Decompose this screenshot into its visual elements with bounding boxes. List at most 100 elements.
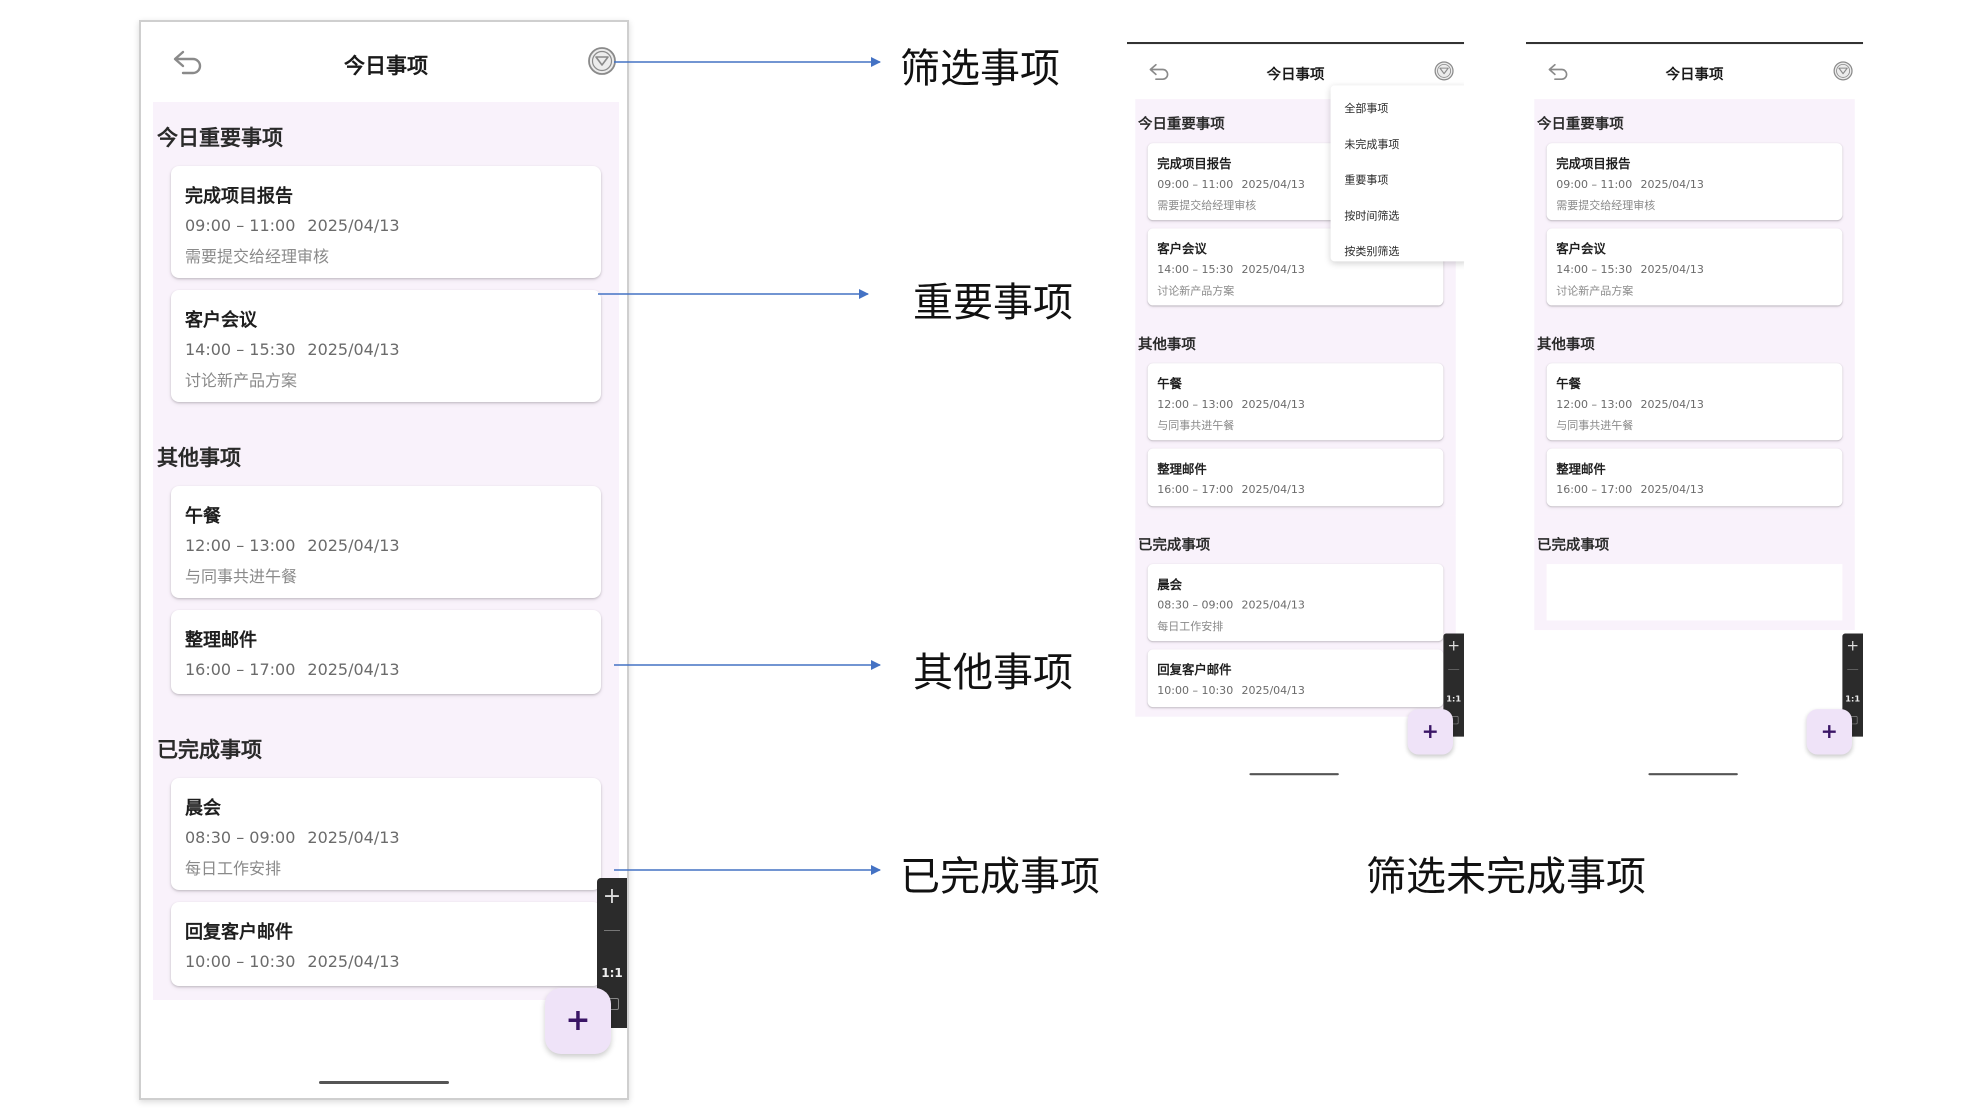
zoom-divider — [1448, 669, 1460, 670]
task-title: 客户会议 — [185, 310, 257, 331]
task-title: 回复客户邮件 — [185, 922, 293, 943]
task-time: 16:00 – 17:00 2025/04/13 — [1157, 482, 1305, 496]
task-description: 与同事共进午餐 — [185, 567, 298, 586]
filter-icon[interactable] — [1434, 61, 1455, 82]
task-description: 讨论新产品方案 — [185, 371, 298, 390]
task-title: 完成项目报告 — [185, 186, 293, 207]
app-bar: 今日事项 — [1526, 44, 1863, 102]
zoom-ratio[interactable]: 1:1 — [1842, 694, 1863, 704]
add-task-button[interactable]: + — [1806, 709, 1853, 755]
caption-filter-incomplete: 筛选未完成事项 — [1366, 854, 1646, 900]
task-description: 与同事共进午餐 — [1157, 418, 1235, 432]
section-other: 其他事项 午餐 12:00 – 13:00 2025/04/13 与同事共进午餐 … — [1135, 315, 1456, 516]
task-time: 10:00 – 10:30 2025/04/13 — [185, 952, 400, 971]
section-important: 今日重要事项 完成项目报告 09:00 – 11:00 2025/04/13 需要… — [1534, 99, 1855, 316]
filter-option-by-category[interactable]: 按类别筛选 — [1331, 234, 1464, 270]
task-description: 与同事共进午餐 — [1556, 418, 1634, 432]
add-task-button[interactable]: + — [545, 988, 611, 1054]
section-other: 其他事项 午餐 12:00 – 13:00 2025/04/13 与同事共进午餐 … — [153, 416, 619, 708]
zoom-ratio[interactable]: 1:1 — [597, 966, 627, 980]
task-description: 讨论新产品方案 — [1157, 284, 1235, 298]
task-time: 16:00 – 17:00 2025/04/13 — [1556, 482, 1704, 496]
task-title: 整理邮件 — [185, 630, 257, 651]
section-title: 今日重要事项 — [1537, 115, 1624, 133]
filter-option-incomplete[interactable]: 未完成事项 — [1331, 127, 1464, 163]
page-title: 今日事项 — [1266, 66, 1325, 83]
task-time: 10:00 – 10:30 2025/04/13 — [1157, 683, 1305, 697]
zoom-divider — [604, 930, 620, 931]
zoom-ratio[interactable]: 1:1 — [1443, 694, 1464, 704]
section-completed: 已完成事项 晨会 08:30 – 09:00 2025/04/13 每日工作安排 … — [153, 708, 619, 1000]
section-title: 今日重要事项 — [157, 126, 283, 150]
section-title: 已完成事项 — [157, 738, 262, 762]
filter-option-by-time[interactable]: 按时间筛选 — [1331, 198, 1464, 234]
add-task-button[interactable]: + — [1407, 709, 1454, 755]
task-title: 客户会议 — [1556, 242, 1606, 257]
page-title: 今日事项 — [1665, 66, 1724, 83]
task-time: 08:30 – 09:00 2025/04/13 — [1157, 598, 1305, 612]
task-title: 晨会 — [1157, 577, 1183, 593]
filter-option-important[interactable]: 重要事项 — [1331, 162, 1464, 198]
zoom-in-icon[interactable]: + — [597, 884, 627, 909]
home-indicator — [319, 1081, 449, 1084]
task-card[interactable]: 晨会 08:30 – 09:00 2025/04/13 每日工作安排 — [1147, 564, 1444, 642]
section-other: 其他事项 午餐 12:00 – 13:00 2025/04/13 与同事共进午餐 … — [1534, 315, 1855, 516]
phone-screen-filter-menu: 今日事项 今日重要事项 完成项目报告 09:00 – 11:00 2025/04/… — [1127, 42, 1465, 785]
task-card[interactable]: 午餐 12:00 – 13:00 2025/04/13 与同事共进午餐 — [1546, 363, 1843, 441]
task-card[interactable]: 完成项目报告 09:00 – 11:00 2025/04/13 需要提交给经理审核 — [1546, 143, 1843, 221]
task-card[interactable]: 回复客户邮件 10:00 – 10:30 2025/04/13 — [1147, 649, 1444, 708]
annotation-completed: 已完成事项 — [900, 854, 1100, 900]
task-card[interactable]: 午餐 12:00 – 13:00 2025/04/13 与同事共进午餐 — [171, 486, 601, 598]
task-time: 14:00 – 15:30 2025/04/13 — [185, 340, 400, 359]
task-title: 整理邮件 — [1556, 462, 1606, 477]
app-bar: 今日事项 — [141, 22, 627, 106]
section-title: 其他事项 — [1138, 335, 1196, 353]
task-time: 16:00 – 17:00 2025/04/13 — [185, 660, 400, 679]
task-time: 12:00 – 13:00 2025/04/13 — [185, 536, 400, 555]
section-completed: 已完成事项 晨会 08:30 – 09:00 2025/04/13 每日工作安排 … — [1135, 515, 1456, 717]
task-time: 14:00 – 15:30 2025/04/13 — [1556, 262, 1704, 276]
zoom-in-icon[interactable]: + — [1443, 638, 1464, 655]
task-description: 每日工作安排 — [1157, 619, 1224, 633]
task-card[interactable]: 整理邮件 16:00 – 17:00 2025/04/13 — [171, 610, 601, 694]
task-title: 完成项目报告 — [1556, 156, 1631, 172]
task-card[interactable]: 午餐 12:00 – 13:00 2025/04/13 与同事共进午餐 — [1147, 363, 1444, 441]
task-card[interactable]: 晨会 08:30 – 09:00 2025/04/13 每日工作安排 — [171, 778, 601, 890]
task-title: 回复客户邮件 — [1157, 663, 1232, 678]
task-list: 今日重要事项 完成项目报告 09:00 – 11:00 2025/04/13 需要… — [1534, 99, 1855, 631]
section-title: 其他事项 — [157, 446, 241, 470]
task-title: 整理邮件 — [1157, 462, 1207, 477]
zoom-divider — [1847, 669, 1859, 670]
filter-option-all[interactable]: 全部事项 — [1331, 91, 1464, 127]
section-title: 已完成事项 — [1537, 536, 1610, 554]
task-title: 晨会 — [185, 798, 221, 819]
phone-screen-filtered-incomplete: 今日事项 今日重要事项 完成项目报告 09:00 – 11:00 2025/04/… — [1526, 42, 1864, 785]
task-card[interactable]: 回复客户邮件 10:00 – 10:30 2025/04/13 — [171, 902, 601, 986]
section-completed: 已完成事项 — [1534, 515, 1855, 631]
page-title: 今日事项 — [344, 54, 428, 78]
filter-icon[interactable] — [587, 46, 617, 76]
task-description: 需要提交给经理审核 — [1556, 198, 1656, 212]
task-card[interactable]: 客户会议 14:00 – 15:30 2025/04/13 讨论新产品方案 — [171, 290, 601, 402]
filter-icon[interactable] — [1833, 61, 1854, 82]
task-time: 09:00 – 11:00 2025/04/13 — [185, 216, 400, 235]
task-time: 12:00 – 13:00 2025/04/13 — [1556, 397, 1704, 411]
section-important: 今日重要事项 完成项目报告 09:00 – 11:00 2025/04/13 需要… — [153, 102, 619, 416]
phone-screen-main: 今日事项 今日重要事项 完成项目报告 09:00 – 11:00 2025/04/… — [139, 20, 629, 1100]
zoom-in-icon[interactable]: + — [1842, 638, 1863, 655]
task-title: 午餐 — [185, 506, 221, 527]
task-title: 午餐 — [1556, 376, 1582, 392]
task-description: 每日工作安排 — [185, 859, 282, 878]
annotation-filter: 筛选事项 — [900, 46, 1060, 92]
task-card[interactable]: 完成项目报告 09:00 – 11:00 2025/04/13 需要提交给经理审核 — [171, 166, 601, 278]
home-indicator — [1648, 773, 1738, 776]
task-description: 需要提交给经理审核 — [185, 247, 330, 266]
task-title: 午餐 — [1157, 376, 1183, 392]
task-card[interactable]: 整理邮件 16:00 – 17:00 2025/04/13 — [1147, 448, 1444, 507]
annotation-other: 其他事项 — [913, 650, 1073, 696]
task-card[interactable]: 整理邮件 16:00 – 17:00 2025/04/13 — [1546, 448, 1843, 507]
task-card[interactable]: 客户会议 14:00 – 15:30 2025/04/13 讨论新产品方案 — [1546, 228, 1843, 306]
home-indicator — [1249, 773, 1339, 776]
task-time: 12:00 – 13:00 2025/04/13 — [1157, 397, 1305, 411]
task-list: 今日重要事项 完成项目报告 09:00 – 11:00 2025/04/13 需要… — [153, 102, 619, 1000]
